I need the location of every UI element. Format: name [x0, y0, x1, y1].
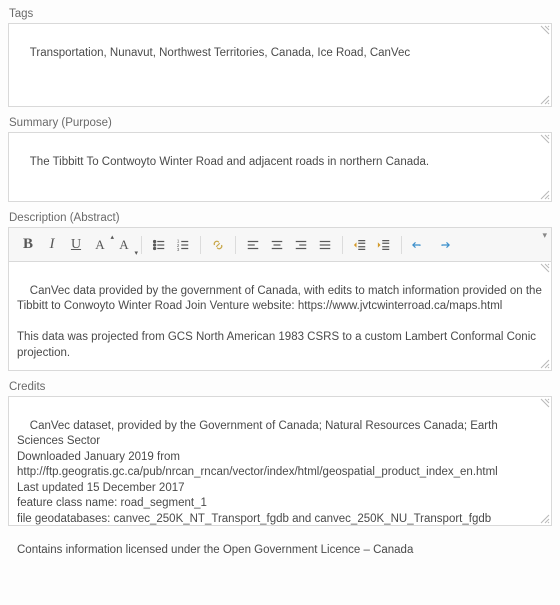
resize-icon: [540, 25, 550, 35]
align-left-button[interactable]: [242, 234, 264, 256]
toolbar-overflow-icon[interactable]: ▾: [542, 230, 547, 241]
credits-value: CanVec dataset, provided by the Governme…: [17, 420, 501, 556]
credits-section: Credits CanVec dataset, provided by the …: [8, 381, 552, 526]
separator: [235, 236, 236, 254]
resize-icon: [540, 359, 550, 369]
resize-icon: [540, 134, 550, 144]
svg-text:3: 3: [177, 247, 180, 252]
credits-input[interactable]: CanVec dataset, provided by the Governme…: [8, 396, 552, 526]
separator: [141, 236, 142, 254]
rich-text-toolbar: B I U A A 123: [8, 227, 552, 261]
description-input[interactable]: CanVec data provided by the government o…: [8, 261, 552, 371]
description-label: Description (Abstract): [8, 212, 552, 224]
italic-button[interactable]: I: [41, 234, 63, 256]
outdent-button[interactable]: [349, 234, 371, 256]
redo-button[interactable]: [432, 234, 454, 256]
bullet-list-button[interactable]: [148, 234, 170, 256]
resize-icon: [540, 514, 550, 524]
description-value: CanVec data provided by the government o…: [17, 285, 545, 359]
summary-value: The Tibbitt To Contwoyto Winter Road and…: [30, 156, 429, 168]
align-right-button[interactable]: [290, 234, 312, 256]
tags-label: Tags: [8, 8, 552, 20]
resize-icon: [540, 95, 550, 105]
summary-label: Summary (Purpose): [8, 117, 552, 129]
align-justify-button[interactable]: [314, 234, 336, 256]
link-button[interactable]: [207, 234, 229, 256]
tags-section: Tags Transportation, Nunavut, Northwest …: [8, 8, 552, 107]
separator: [200, 236, 201, 254]
subscript-button[interactable]: A: [113, 234, 135, 256]
superscript-button[interactable]: A: [89, 234, 111, 256]
summary-section: Summary (Purpose) The Tibbitt To Contwoy…: [8, 117, 552, 202]
description-section: Description (Abstract) B I U A A 123: [8, 212, 552, 371]
summary-input[interactable]: The Tibbitt To Contwoyto Winter Road and…: [8, 132, 552, 202]
resize-icon: [540, 398, 550, 408]
separator: [401, 236, 402, 254]
bold-button[interactable]: B: [17, 234, 39, 256]
underline-button[interactable]: U: [65, 234, 87, 256]
align-center-button[interactable]: [266, 234, 288, 256]
tags-input[interactable]: Transportation, Nunavut, Northwest Terri…: [8, 23, 552, 107]
credits-label: Credits: [8, 381, 552, 393]
resize-icon: [540, 263, 550, 273]
separator: [342, 236, 343, 254]
undo-button[interactable]: [408, 234, 430, 256]
tags-value: Transportation, Nunavut, Northwest Terri…: [30, 47, 410, 59]
indent-button[interactable]: [373, 234, 395, 256]
resize-icon: [540, 190, 550, 200]
numbered-list-button[interactable]: 123: [172, 234, 194, 256]
